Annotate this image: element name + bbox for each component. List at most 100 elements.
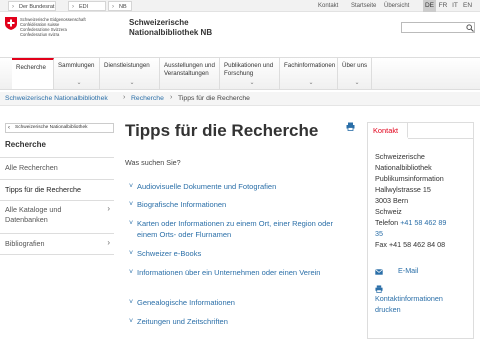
sidebar-item-tipps[interactable]: Tipps für die Recherche xyxy=(0,179,114,200)
contact-line: Schweizerische xyxy=(375,152,425,161)
main-navigation: Recherche Sammlungen ⌄ Dienstleistungen … xyxy=(0,57,480,90)
chevron-right-icon: › xyxy=(12,4,14,10)
sidebar-title: Recherche xyxy=(5,140,46,149)
crumb-bundesrat[interactable]: › Der Bundesrat xyxy=(8,1,56,11)
chevron-down-icon: ⌄ xyxy=(308,80,314,86)
link-unternehmen[interactable]: ˅ Informationen über ein Unternehmen ode… xyxy=(129,268,352,279)
nav-label: Sammlungen xyxy=(58,62,95,69)
nav-publikationen[interactable]: Publikationen und Forschung ⌄ xyxy=(220,58,280,89)
crumb-label: NB xyxy=(119,4,127,10)
nav-label: Publikationen und Forschung xyxy=(224,62,274,77)
nav-dienstleistungen[interactable]: Dienstleistungen ⌄ xyxy=(100,58,160,89)
tab-kontakt[interactable]: Kontakt xyxy=(368,123,408,138)
breadcrumb-recherche[interactable]: Recherche xyxy=(131,95,164,102)
nav-ueber-uns[interactable]: Über uns ⌄ xyxy=(338,58,372,89)
site-name[interactable]: Schweizerische Nationalbibliothek NB xyxy=(129,18,212,38)
link-label: Audiovisuelle Dokumente und Fotografien xyxy=(137,182,277,191)
link-zeitungen[interactable]: ˅ Zeitungen und Zeitschriften xyxy=(129,317,352,328)
chevron-right-icon: › xyxy=(112,4,114,10)
print-contact-link-cont[interactable]: drucken xyxy=(375,305,401,315)
contact-line: Hallwylstrasse 15 xyxy=(375,185,431,194)
nav-fachinformationen[interactable]: Fachinformationen ⌄ xyxy=(280,58,338,89)
chevron-down-icon: ⌄ xyxy=(354,80,360,86)
crumb-nb[interactable]: › NB xyxy=(108,1,132,11)
print-icon xyxy=(375,285,383,293)
search-input[interactable] xyxy=(401,22,475,33)
site-header: Schweizerische Eidgenossenschaft Confédé… xyxy=(0,12,480,52)
top-meta-bar: › Der Bundesrat › EDI › NB Kontakt Start… xyxy=(0,0,480,12)
nav-label: Recherche xyxy=(16,64,46,71)
link-audiovisuell[interactable]: ˅ Audiovisuelle Dokumente und Fotografie… xyxy=(129,182,352,193)
page-title: Tipps für die Recherche xyxy=(125,121,319,140)
link-ebooks[interactable]: ˅ Schweizer e-Books xyxy=(129,249,352,260)
link-kontakt[interactable]: Kontakt xyxy=(318,3,338,9)
nav-label: Fachinformationen xyxy=(284,62,336,69)
chevron-right-icon: › xyxy=(170,94,173,101)
search-icon[interactable] xyxy=(466,24,474,32)
chevron-down-icon: ˅ xyxy=(129,299,134,306)
contact-fax: Fax +41 58 462 84 08 xyxy=(375,240,446,249)
nav-sammlungen[interactable]: Sammlungen ⌄ xyxy=(54,58,100,89)
lang-en[interactable]: EN xyxy=(461,0,474,12)
chevron-down-icon: ˅ xyxy=(129,269,134,276)
phone-label: Telefon xyxy=(375,218,399,227)
contact-line: Nationalbibliothek xyxy=(375,163,432,172)
link-karten[interactable]: ˅ Karten oder Informationen zu einem Ort… xyxy=(129,219,352,240)
crumb-edi[interactable]: › EDI xyxy=(68,1,106,11)
contact-line: 3003 Bern xyxy=(375,196,409,205)
breadcrumb-home[interactable]: Schweizerische Nationalbibliothek xyxy=(5,95,108,102)
link-biografisch[interactable]: ˅ Biografische Informationen xyxy=(129,200,352,211)
chevron-down-icon: ˅ xyxy=(129,250,134,257)
link-startseite[interactable]: Startseite xyxy=(351,3,376,9)
chevron-right-icon: › xyxy=(123,94,126,101)
lang-it[interactable]: IT xyxy=(450,0,460,12)
lang-de[interactable]: DE xyxy=(423,0,436,12)
email-link[interactable]: E-Mail xyxy=(398,266,418,276)
sidebar-item-kataloge[interactable]: Alle Kataloge und Datenbanken › xyxy=(0,200,114,233)
swiss-shield-logo[interactable] xyxy=(5,17,17,30)
chevron-down-icon: ˅ xyxy=(129,183,134,190)
contact-line: Publikumsinformation xyxy=(375,174,444,183)
breadcrumb: Schweizerische Nationalbibliothek › Rech… xyxy=(0,92,480,106)
nav-label: Dienstleistungen xyxy=(104,62,150,69)
confederation-names: Schweizerische Eidgenossenschaft Confédé… xyxy=(20,17,86,37)
print-icon[interactable] xyxy=(346,122,355,131)
sidebar-item-bibliografien[interactable]: Bibliografien › xyxy=(0,233,114,255)
breadcrumb-current: Tipps für die Recherche xyxy=(178,95,250,102)
chevron-right-icon: › xyxy=(107,204,110,213)
link-genealogie[interactable]: ˅ Genealogische Informationen xyxy=(129,298,352,309)
chevron-down-icon: ˅ xyxy=(129,318,134,325)
chevron-down-icon: ˅ xyxy=(129,220,134,227)
question-text: Was suchen Sie? xyxy=(125,158,181,167)
sidebar-item-alle-recherchen[interactable]: Alle Recherchen xyxy=(0,157,114,179)
print-contact-link[interactable]: Kontaktinformationen xyxy=(375,294,443,304)
link-label: Biografische Informationen xyxy=(137,200,227,209)
sidebar-item-label: Alle Recherchen xyxy=(5,163,58,172)
crumb-label: Der Bundesrat xyxy=(19,4,55,10)
link-label: Genealogische Informationen xyxy=(137,298,235,307)
chevron-down-icon: ⌄ xyxy=(76,80,82,86)
sidebar-item-label: Tipps für die Recherche xyxy=(5,185,82,194)
link-label: Zeitungen und Zeitschriften xyxy=(137,317,228,326)
contact-phone-row: Telefon +41 58 462 89 xyxy=(375,218,446,228)
lang-fr[interactable]: FR xyxy=(437,0,449,12)
nav-recherche[interactable]: Recherche xyxy=(12,58,54,89)
sidebar-back-link[interactable]: ‹ Schweizerische Nationalbibliothek xyxy=(5,123,114,133)
contact-line: Schweiz xyxy=(375,207,402,216)
link-uebersicht[interactable]: Übersicht xyxy=(384,3,409,9)
sidebar-item-label: Alle Kataloge und Datenbanken xyxy=(5,205,62,224)
tab-divider xyxy=(408,138,474,139)
phone-link[interactable]: +41 58 462 89 xyxy=(400,218,446,227)
nav-label: Über uns xyxy=(342,62,368,69)
phone-link-continued[interactable]: 35 xyxy=(375,229,383,239)
contact-box: Kontakt Schweizerische Nationalbibliothe… xyxy=(367,122,474,339)
chevron-left-icon: ‹ xyxy=(8,125,10,131)
chevron-right-icon: › xyxy=(72,4,74,10)
mail-icon xyxy=(375,269,383,275)
site-name-line: Nationalbibliothek NB xyxy=(129,28,213,37)
link-label: Schweizer e-Books xyxy=(137,249,202,258)
site-name-line: Schweizerische xyxy=(129,18,189,27)
nav-ausstellungen[interactable]: Ausstellungen und Veranstaltungen xyxy=(160,58,220,89)
sidebar-item-label: Bibliografien xyxy=(5,239,45,248)
confed-line: Confederaziun svizra xyxy=(20,32,60,37)
